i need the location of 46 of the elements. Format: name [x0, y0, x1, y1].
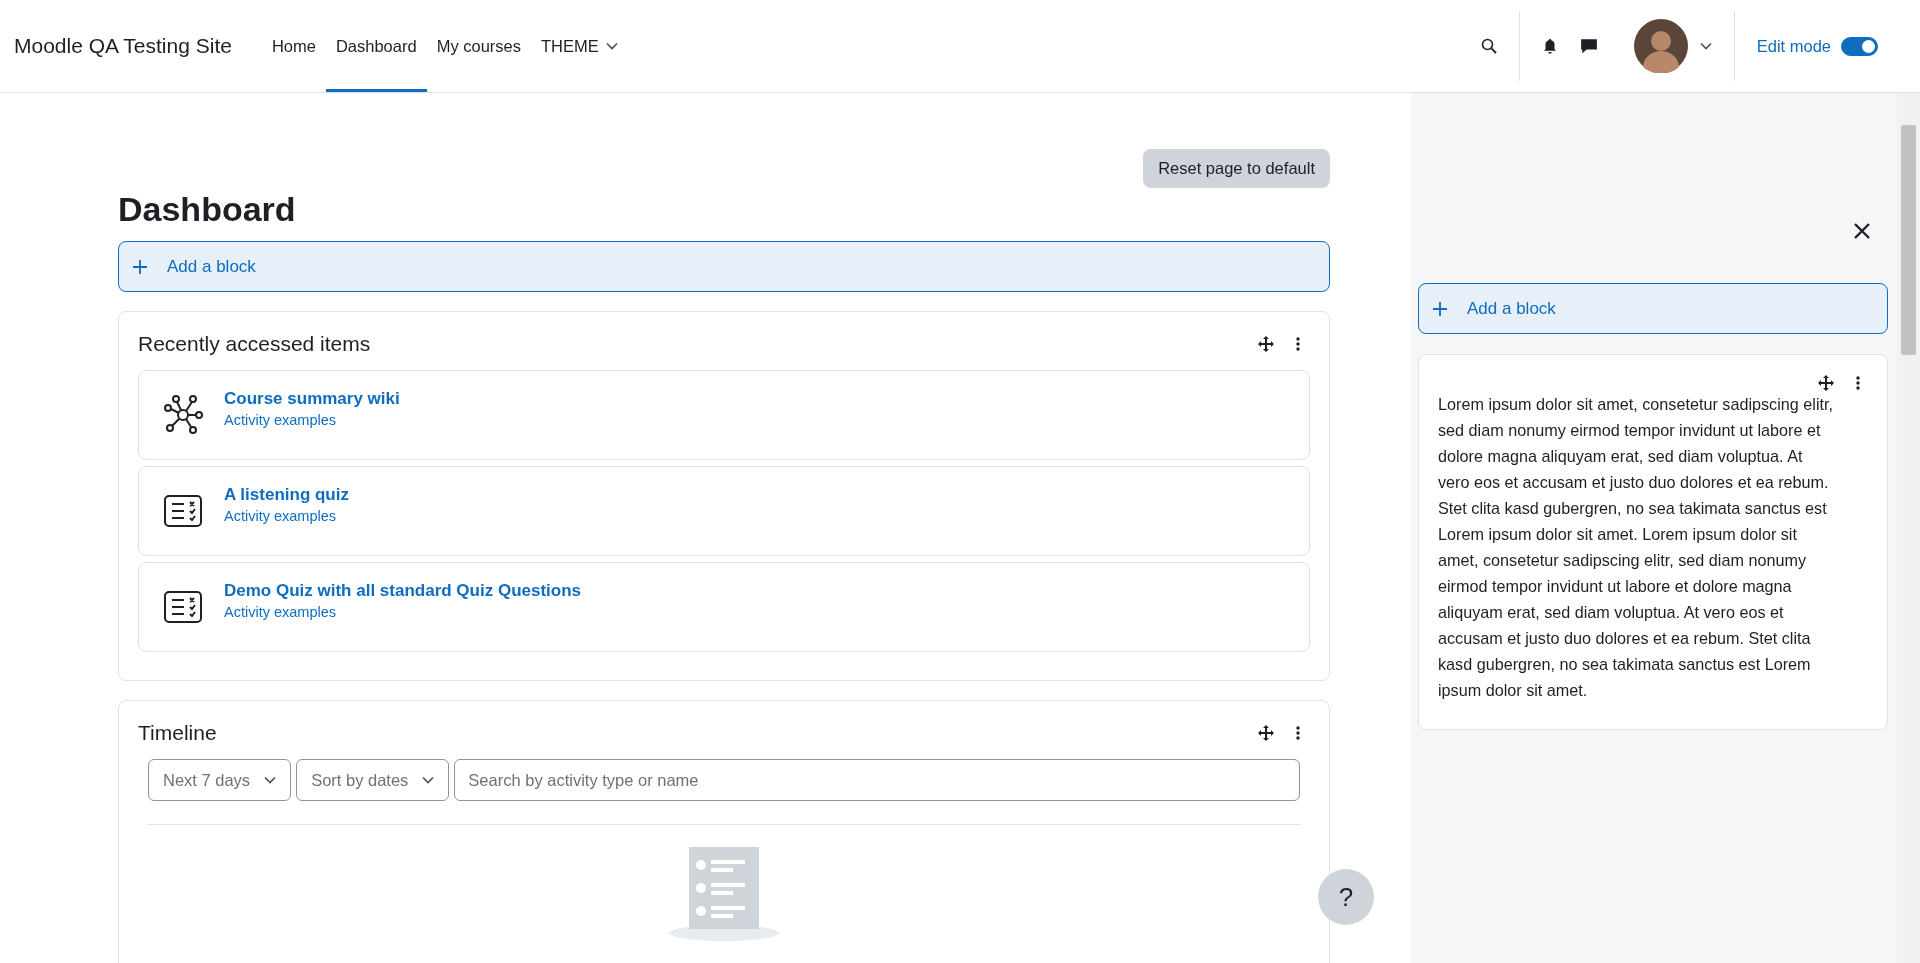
search-field[interactable]: Search by activity type or name — [454, 759, 1300, 801]
search-icon[interactable] — [1480, 38, 1497, 54]
activity-link[interactable]: Course summary wiki — [224, 389, 400, 409]
add-block-button[interactable]: Add a block — [118, 241, 1330, 292]
plus-icon — [133, 259, 147, 274]
course-link[interactable]: Activity examples — [224, 508, 349, 524]
chevron-down-icon — [422, 776, 435, 784]
reset-page-button[interactable]: Reset page to default — [1143, 149, 1330, 188]
avatar[interactable] — [1633, 19, 1688, 73]
filter-dropdown[interactable]: Sort by dates — [296, 759, 450, 801]
chevron-down-icon — [605, 42, 618, 50]
site-name[interactable]: Moodle QA Testing Site — [14, 34, 232, 58]
activity-link[interactable]: A listening quiz — [224, 485, 349, 505]
filter-dropdown[interactable]: Next 7 days — [148, 759, 292, 801]
nav-link[interactable]: THEME — [531, 0, 628, 92]
activity-link[interactable]: Demo Quiz with all standard Quiz Questions — [224, 581, 582, 601]
kebab-menu-icon[interactable] — [1296, 337, 1300, 351]
course-link[interactable]: Activity examples — [224, 604, 582, 620]
course-link[interactable]: Activity examples — [224, 412, 400, 428]
edit-mode-toggle[interactable] — [1841, 36, 1878, 56]
nav-link[interactable]: My courses — [426, 0, 531, 92]
close-icon[interactable] — [1854, 223, 1870, 239]
edit-mode-label[interactable]: Edit mode — [1756, 36, 1831, 56]
nav-link[interactable]: Dashboard — [325, 0, 427, 92]
kebab-menu-icon[interactable] — [1296, 726, 1300, 740]
recent-item-card[interactable]: A listening quiz Activity examples — [138, 466, 1310, 556]
help-button[interactable]: ? — [1318, 869, 1374, 925]
nav-link[interactable]: Home — [261, 0, 326, 92]
page-title: Dashboard — [118, 190, 297, 229]
bell-icon[interactable] — [1541, 38, 1558, 54]
move-icon[interactable] — [1258, 725, 1274, 741]
text-block-paragraph: Lorem ipsum dolor sit amet, consetetur sadipscing elitr, sed diam nonumy eirmod tempor invidunt ut labore et dolore magna aliquyam erat, sed diam voluptua. At vero eos et accusam et justo duo dolores et ea rebum. Stet clita kasd gubergren, no sea takimata sanctus est Lorem ipsum dolor sit amet. Lorem ipsum dolor sit amet, consetetur sadipscing elitr, sed diam nonumy eirmod tempor invidunt ut labore et dolore magna aliquyam erat, sed diam voluptua. At vero eos et accusam et justo duo dolores et ea rebum. Stet clita kasd gubergren, no sea takimata sanctus est Lorem ipsum dolor sit amet. — [1438, 394, 1834, 701]
recent-item-card[interactable]: Demo Quiz with all standard Quiz Questions Activity examples — [138, 562, 1310, 652]
recent-item-card[interactable]: Course summary wiki Activity examples — [138, 370, 1310, 460]
plus-icon — [1433, 301, 1447, 316]
add-block-button[interactable]: Add a block — [1418, 283, 1888, 334]
scrollbar[interactable] — [1897, 93, 1920, 963]
network-icon — [163, 395, 203, 435]
chat-bubble-icon[interactable] — [1579, 37, 1598, 55]
chevron-down-icon — [1699, 42, 1712, 50]
chevron-down-icon — [264, 776, 277, 784]
block-title: Timeline — [138, 721, 217, 745]
kebab-menu-icon[interactable] — [1856, 376, 1860, 390]
move-icon[interactable] — [1258, 336, 1274, 352]
block-title: Recently accessed items — [138, 332, 371, 356]
move-icon[interactable] — [1818, 375, 1834, 391]
